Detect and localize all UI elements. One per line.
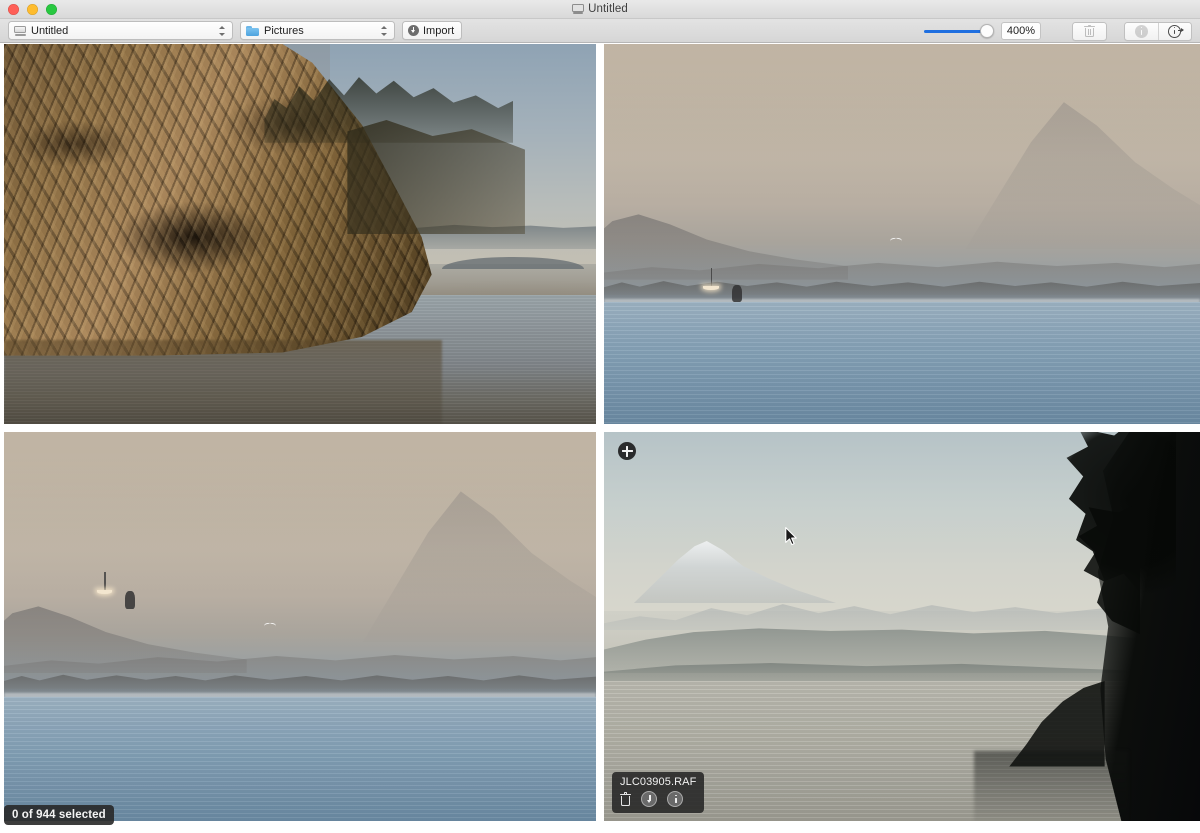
toolbar-right-cluster: 400% bbox=[923, 19, 1192, 43]
delete-button[interactable] bbox=[1073, 22, 1106, 40]
photo-2-kayaker bbox=[732, 285, 742, 303]
chevron-updown-icon bbox=[218, 24, 227, 38]
chevron-updown-icon bbox=[380, 24, 389, 38]
close-button[interactable] bbox=[8, 3, 19, 15]
overlay-download-button[interactable] bbox=[641, 791, 657, 807]
photo-grid[interactable]: JLC03905.RAF bbox=[0, 44, 1200, 833]
zoom-slider-thumb[interactable] bbox=[979, 24, 994, 38]
info-filled-icon bbox=[1135, 24, 1148, 38]
drive-icon bbox=[14, 26, 26, 36]
toolbar: Untitled Pictures Import 400% bbox=[0, 19, 1200, 43]
photo-3-kayaker bbox=[125, 591, 135, 609]
trash-icon bbox=[620, 792, 631, 806]
photo-2-sailboat bbox=[702, 267, 720, 295]
minimize-button[interactable] bbox=[27, 3, 38, 15]
traffic-lights bbox=[0, 3, 57, 15]
zoom-level-field[interactable]: 400% bbox=[1000, 22, 1041, 40]
info-circle-icon bbox=[667, 791, 683, 807]
photo-thumbnail-2[interactable] bbox=[604, 44, 1200, 424]
folder-icon bbox=[246, 25, 259, 36]
window-title: Untitled bbox=[588, 3, 628, 15]
zoom-slider[interactable] bbox=[923, 24, 994, 38]
photo-3-water bbox=[4, 696, 596, 821]
folder-popup-button[interactable]: Pictures bbox=[240, 21, 395, 40]
arrow-down-circle-icon bbox=[641, 791, 657, 807]
volume-popup-button[interactable]: Untitled bbox=[8, 21, 233, 40]
info-button[interactable] bbox=[1125, 22, 1158, 40]
app-window: Untitled Untitled Pictures Import 400% J… bbox=[0, 0, 1200, 833]
toolbar-action-group bbox=[1072, 21, 1107, 41]
plus-circle-icon[interactable] bbox=[618, 442, 636, 460]
photo-overlay-actions bbox=[620, 791, 696, 807]
zoom-button[interactable] bbox=[46, 3, 57, 15]
photo-3-sailboat bbox=[96, 571, 114, 599]
import-button[interactable]: Import bbox=[402, 21, 463, 40]
selection-status-badge: 0 of 944 selected bbox=[4, 805, 114, 825]
download-circle-icon bbox=[408, 25, 419, 36]
photo-3-gull bbox=[264, 623, 276, 628]
photo-filename: JLC03905.RAF bbox=[620, 776, 697, 788]
overlay-info-button[interactable] bbox=[667, 791, 683, 807]
toolbar-info-group bbox=[1124, 21, 1192, 41]
volume-popup-label: Untitled bbox=[31, 24, 69, 37]
photo-2-water bbox=[604, 302, 1200, 424]
window-title-group: Untitled bbox=[0, 0, 1200, 18]
photo-hover-overlay: JLC03905.RAF bbox=[612, 772, 705, 813]
photo-2-bird bbox=[890, 238, 902, 243]
photo-thumbnail-4[interactable]: JLC03905.RAF bbox=[604, 432, 1200, 821]
photo-thumbnail-1[interactable] bbox=[4, 44, 596, 424]
info-arrow-icon bbox=[1168, 24, 1184, 38]
photo-2-hill bbox=[604, 214, 849, 280]
photo-thumbnail-3[interactable] bbox=[4, 432, 596, 821]
import-button-label: Import bbox=[423, 24, 455, 37]
trash-icon bbox=[1084, 24, 1095, 38]
overlay-delete-button[interactable] bbox=[620, 792, 631, 806]
photo-4-reflection bbox=[973, 750, 1129, 821]
folder-popup-label: Pictures bbox=[264, 24, 304, 37]
disk-icon bbox=[572, 4, 585, 14]
info-inspector-button[interactable] bbox=[1158, 22, 1191, 40]
photo-1-reflection bbox=[4, 340, 443, 424]
title-bar: Untitled bbox=[0, 0, 1200, 19]
